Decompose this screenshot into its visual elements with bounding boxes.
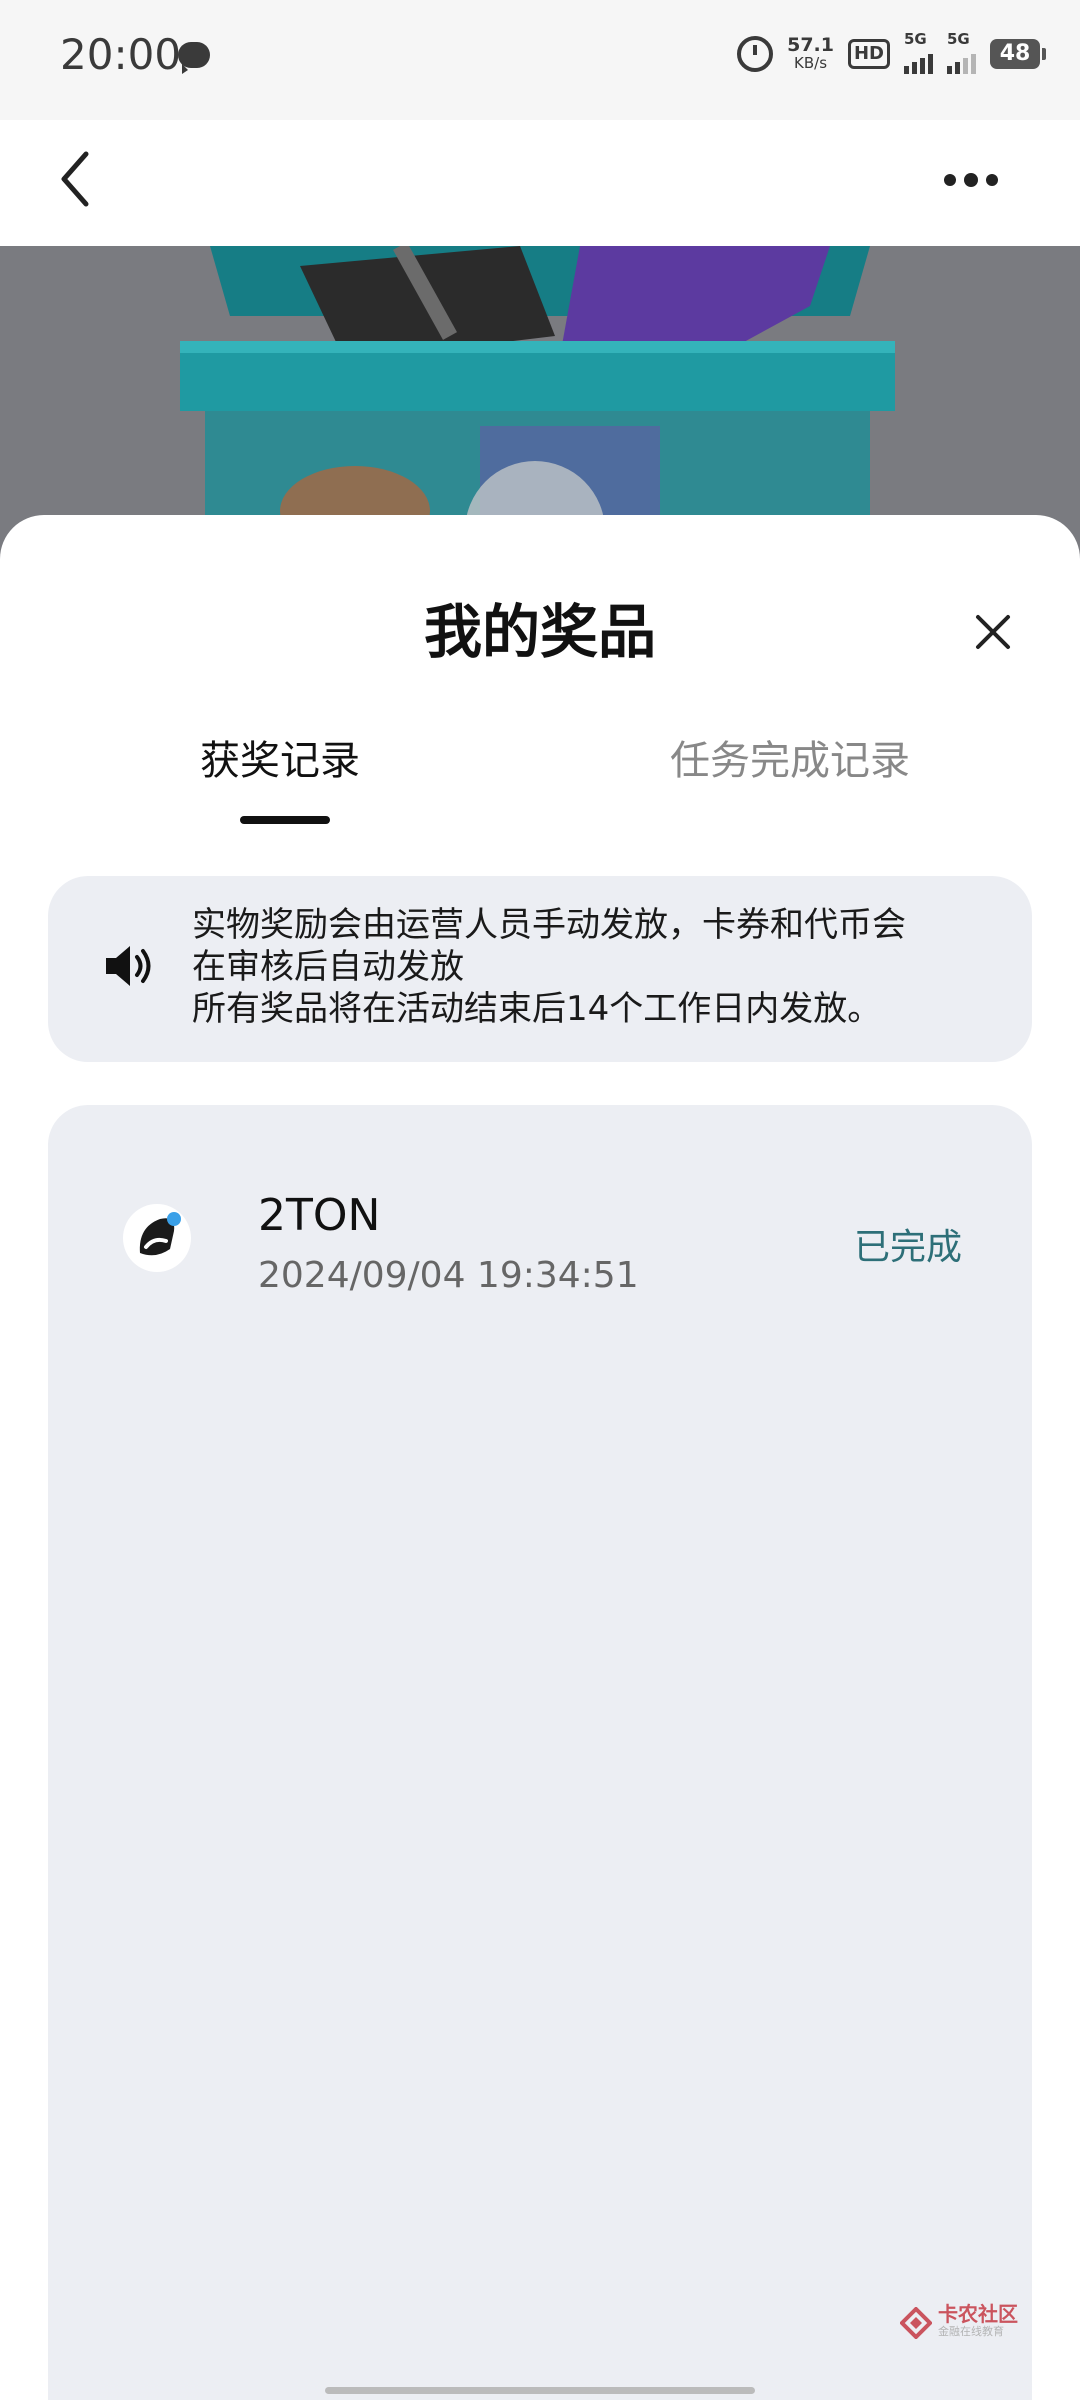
prize-sheet: 我的奖品 获奖记录 任务完成记录 实物奖励会由运营人员手动发放，卡券和代币会 在… [0, 515, 1080, 2400]
signal-sim1-icon: 5G [904, 30, 933, 74]
prize-list: 2TON 2024/09/04 19:34:51 已完成 [48, 1105, 1032, 2400]
sheet-title: 我的奖品 [423, 598, 656, 666]
speaker-icon [102, 940, 154, 992]
signal-sim2-icon: 5G [947, 30, 976, 74]
notice-text: 实物奖励会由运营人员手动发放，卡券和代币会 在审核后自动发放 所有奖品将在活动结… [192, 904, 1012, 1030]
prize-name: 2TON [258, 1190, 381, 1241]
message-notification-icon [178, 42, 210, 74]
battery-icon: 48 [990, 39, 1046, 69]
network-speed: 57.1 KB/s [787, 34, 834, 73]
prize-time: 2024/09/04 19:34:51 [258, 1255, 639, 1296]
nav-bar [0, 120, 1080, 246]
watermark-main: 卡农社区 [938, 2302, 1018, 2326]
network-speed-unit: KB/s [794, 54, 828, 72]
more-dots-icon[interactable] [944, 160, 1008, 200]
watermark-sub: 金融在线教育 [938, 2325, 1004, 2338]
notice-line: 在审核后自动发放 [192, 947, 464, 987]
close-icon[interactable] [968, 607, 1018, 657]
notice-banner: 实物奖励会由运营人员手动发放，卡券和代币会 在审核后自动发放 所有奖品将在活动结… [48, 876, 1032, 1062]
watermark-logo-icon [900, 2307, 932, 2339]
chevron-left-icon[interactable] [56, 144, 116, 214]
ton-token-icon [120, 1201, 194, 1275]
status-bar: 20:00 57.1 KB/s HD 5G 5G 48 [0, 0, 1080, 120]
signal-sim2-label: 5G [947, 30, 970, 48]
network-speed-value: 57.1 [787, 34, 834, 56]
signal-sim1-label: 5G [904, 30, 927, 48]
notice-line: 实物奖励会由运营人员手动发放，卡券和代币会 [192, 905, 906, 945]
status-badge: 已完成 [854, 1227, 963, 1268]
list-item[interactable]: 2TON 2024/09/04 19:34:51 已完成 [48, 1105, 1032, 1305]
active-tab-indicator [240, 816, 330, 824]
status-indicators: 57.1 KB/s HD 5G 5G 48 [737, 30, 1046, 74]
hd-volte-icon: HD [847, 39, 890, 69]
alarm-icon [737, 36, 774, 72]
notice-line: 所有奖品将在活动结束后14个工作日内发放。 [192, 989, 882, 1029]
watermark: 卡农社区 金融在线教育 [900, 2302, 1018, 2341]
tab-award-records[interactable]: 获奖记录 [200, 728, 360, 786]
tab-task-records[interactable]: 任务完成记录 [670, 728, 910, 786]
home-indicator[interactable] [325, 2387, 755, 2394]
status-time: 20:00 [60, 30, 182, 79]
